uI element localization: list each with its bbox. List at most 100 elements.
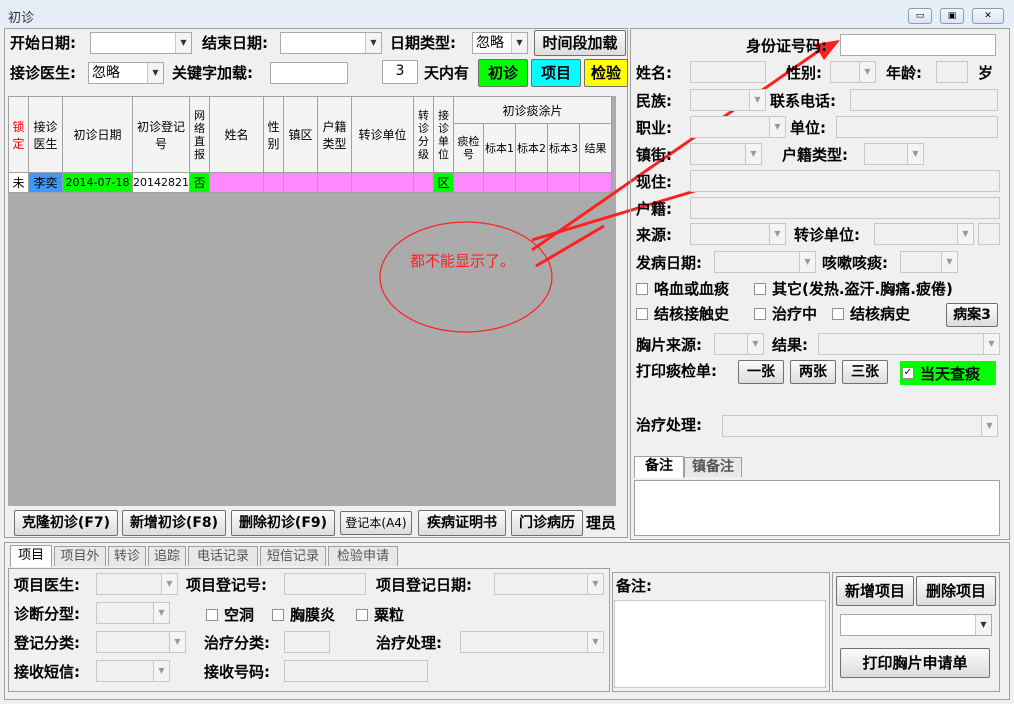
miliary-checkbox[interactable]: 粟粒 [356,604,404,625]
chevron-down-icon[interactable]: ▼ [799,252,815,272]
tab-note[interactable]: 备注 [634,456,684,478]
case-button[interactable]: 病案3 [946,303,998,327]
chevron-down-icon[interactable]: ▼ [975,615,991,635]
cavity-checkbox[interactable]: 空洞 [206,604,254,625]
chevron-down-icon[interactable]: ▼ [749,90,765,110]
job-select[interactable]: ▼ [690,116,786,138]
current-address-input[interactable] [690,170,1000,192]
project-reg-date-picker[interactable]: ▼ [494,573,604,595]
print-xray-request-button[interactable]: 打印胸片申请单 [840,648,990,678]
annotation-circle [379,221,553,333]
other-symptoms-checkbox[interactable]: 其它(发热.盗汗.胸痛.疲倦) [754,278,953,299]
tab-town-note[interactable]: 镇备注 [684,457,742,477]
xray-result-select[interactable]: ▼ [818,333,1000,355]
source-select[interactable]: ▼ [690,223,786,245]
same-day-checkbox[interactable]: ✓ 当天查痰 [900,361,996,385]
onset-date-picker[interactable]: ▼ [714,251,816,273]
chevron-down-icon[interactable]: ▼ [859,62,875,82]
gender-select[interactable]: ▼ [830,61,876,83]
chevron-down-icon[interactable]: ▼ [957,224,973,244]
project-reg-no-input[interactable] [284,573,366,595]
chevron-down-icon[interactable]: ▼ [169,632,185,652]
xray-result-label: 结果: [772,336,808,354]
chevron-down-icon[interactable]: ▼ [747,334,763,354]
onset-label: 发病日期: [636,254,702,272]
phone-input[interactable] [850,89,998,111]
sms-select[interactable]: ▼ [96,660,170,682]
add-first-visit-button[interactable]: 新增初诊(F8) [122,510,226,536]
pleurisy-checkbox[interactable]: 胸膜炎 [272,604,335,625]
ethnic-select[interactable]: ▼ [690,89,766,111]
chevron-down-icon[interactable]: ▼ [941,252,957,272]
treating-checkbox[interactable]: 治疗中 [754,303,817,324]
hukou-select[interactable]: ▼ [864,143,924,165]
id-input[interactable] [840,34,996,56]
tb-history-checkbox[interactable]: 结核病史 [832,303,910,324]
chevron-down-icon[interactable]: ▼ [153,603,169,623]
chevron-down-icon[interactable]: ▼ [907,144,923,164]
chevron-down-icon[interactable]: ▼ [769,224,785,244]
checkbox-icon [272,608,284,621]
lower-tab-bar: 项目 项目外 转诊 追踪 电话记录 短信记录 检验申请 [10,545,610,568]
tab-lab-request[interactable]: 检验申请 [328,546,398,566]
sms-number-label: 接收号码: [204,663,270,681]
chevron-down-icon[interactable]: ▼ [745,144,761,164]
outpatient-record-button[interactable]: 门诊病历 [511,510,583,536]
annotation-text: 都不能显示了。 [410,252,516,270]
town-select[interactable]: ▼ [690,143,762,165]
checkbox-icon [636,282,648,295]
tab-tracking[interactable]: 追踪 [148,546,186,566]
tab-phone-records[interactable]: 电话记录 [188,546,258,566]
chevron-down-icon[interactable]: ▼ [769,117,785,137]
chevron-down-icon[interactable]: ▼ [161,574,177,594]
treatment-label: 治疗处理: [636,416,702,434]
referral-extra-input[interactable] [978,223,1000,245]
project-note-textarea[interactable] [614,600,826,688]
tab-referral[interactable]: 转诊 [108,546,146,566]
sms-number-input[interactable] [284,660,428,682]
chevron-down-icon[interactable]: ▼ [981,416,997,436]
treat-proc-select[interactable]: ▼ [460,631,604,653]
chevron-down-icon[interactable]: ▼ [153,661,169,681]
contact-checkbox[interactable]: 结核接触史 [636,303,729,324]
name-input[interactable] [690,61,766,83]
treat-proc-label: 治疗处理: [376,634,442,652]
reg-class-select[interactable]: ▼ [96,631,186,653]
checkbox-icon [206,608,218,621]
print-three-button[interactable]: 三张 [842,360,888,384]
delete-project-button[interactable]: 删除项目 [916,576,996,606]
project-select[interactable]: ▼ [840,614,992,636]
project-doctor-select[interactable]: ▼ [96,573,178,595]
project-note-label: 备注: [616,577,652,595]
tab-project[interactable]: 项目 [10,545,52,567]
delete-first-visit-button[interactable]: 删除初诊(F9) [231,510,335,536]
age-input[interactable] [936,61,968,83]
xray-source-label: 胸片来源: [636,336,702,354]
chevron-down-icon[interactable]: ▼ [587,632,603,652]
tab-sms-records[interactable]: 短信记录 [260,546,326,566]
print-one-button[interactable]: 一张 [738,360,784,384]
town-label: 镇街: [636,146,672,164]
reg-class-label: 登记分类: [14,634,80,652]
chevron-down-icon[interactable]: ▼ [983,334,999,354]
cough-label: 咳嗽咳痰: [822,254,888,272]
print-two-button[interactable]: 两张 [790,360,836,384]
reg-address-input[interactable] [690,197,1000,219]
disease-certificate-button[interactable]: 疾病证明书 [418,510,506,536]
diag-type-select[interactable]: ▼ [96,602,170,624]
tab-non-project[interactable]: 项目外 [54,546,106,566]
add-project-button[interactable]: 新增项目 [836,576,914,606]
clone-first-visit-button[interactable]: 克隆初诊(F7) [14,510,118,536]
xray-source-select[interactable]: ▼ [714,333,764,355]
work-input[interactable] [836,116,998,138]
source-label: 来源: [636,226,672,244]
diag-type-label: 诊断分型: [14,605,80,623]
register-book-button[interactable]: 登记本(A4) [340,511,412,535]
cough-select[interactable]: ▼ [900,251,958,273]
hemoptysis-checkbox[interactable]: 咯血或血痰 [636,278,729,299]
chevron-down-icon[interactable]: ▼ [587,574,603,594]
referral-select[interactable]: ▼ [874,223,974,245]
treatment-select[interactable]: ▼ [722,415,998,437]
treat-class-input[interactable] [284,631,330,653]
note-textarea[interactable] [634,480,1000,536]
